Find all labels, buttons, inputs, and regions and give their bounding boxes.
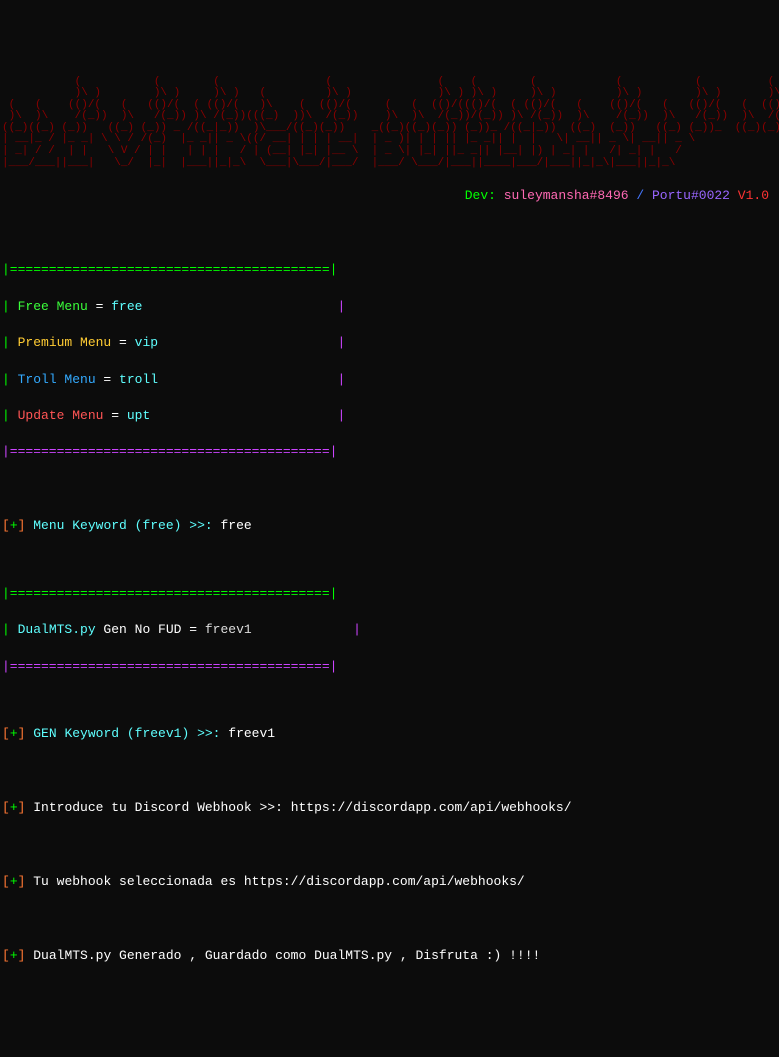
troll-menu-keyword: troll [119, 372, 158, 387]
prompt-webhook[interactable]: [+] Introduce tu Discord Webhook >>: htt… [2, 799, 777, 817]
submenu-filename: DualMTS.py [18, 622, 96, 637]
update-menu-label: Update Menu [18, 408, 104, 423]
menu-separator-bottom: |=======================================… [2, 443, 777, 461]
menu-separator-top: |=======================================… [2, 261, 777, 279]
dev1-tag: suleymansha#8496 [504, 188, 629, 203]
menu-item-free: | Free Menu = free | [2, 298, 777, 316]
version-label: V1.0 [730, 188, 769, 203]
prompt-gen-keyword[interactable]: [+] GEN Keyword (freev1) >>: freev1 [2, 725, 777, 743]
prompt1-input[interactable]: free [220, 518, 251, 533]
premium-menu-label: Premium Menu [18, 335, 112, 350]
dev-label: Dev: [465, 188, 504, 203]
troll-menu-label: Troll Menu [18, 372, 96, 387]
prompt3-text: Introduce tu Discord Webhook >>: [25, 800, 290, 815]
submenu-separator-top: |=======================================… [2, 585, 777, 603]
credits-line: Dev: suleymansha#8496 / Portu#0022 V1.0 [2, 187, 777, 205]
submenu-gen: Gen [96, 622, 135, 637]
free-menu-label: Free Menu [18, 299, 88, 314]
ascii-banner: ( ( ( ( ( ( ( ( ( ( ( )\ ) )\ ) )\ ) ( )… [2, 77, 777, 169]
prompt3-input[interactable]: https://discordapp.com/api/webhooks/ [291, 800, 572, 815]
prompt-menu-keyword[interactable]: [+] Menu Keyword (free) >>: free [2, 517, 777, 535]
dev-separator: / [629, 188, 652, 203]
prompt2-text: GEN Keyword (freev1) >>: [25, 726, 228, 741]
update-menu-keyword: upt [127, 408, 150, 423]
premium-menu-keyword: vip [135, 335, 158, 350]
menu-item-update: | Update Menu = upt | [2, 407, 777, 425]
msg1-text: Tu webhook seleccionada es https://disco… [25, 874, 524, 889]
dev2-tag: Portu#0022 [652, 188, 730, 203]
free-menu-keyword: free [111, 299, 142, 314]
menu-item-troll: | Troll Menu = troll | [2, 371, 777, 389]
submenu-keyword: freev1 [205, 622, 252, 637]
prompt1-text: Menu Keyword (free) >>: [25, 518, 220, 533]
prompt2-input[interactable]: freev1 [228, 726, 275, 741]
message-webhook-selected: [+] Tu webhook seleccionada es https://d… [2, 873, 777, 891]
menu-item-premium: | Premium Menu = vip | [2, 334, 777, 352]
submenu-item-dualmts: | DualMTS.py Gen No FUD = freev1 | [2, 621, 777, 639]
submenu-separator-bottom: |=======================================… [2, 658, 777, 676]
message-generated: [+] DualMTS.py Generado , Guardado como … [2, 947, 777, 965]
submenu-nofud: No FUD [135, 622, 182, 637]
msg2-text: DualMTS.py Generado , Guardado como Dual… [25, 948, 540, 963]
